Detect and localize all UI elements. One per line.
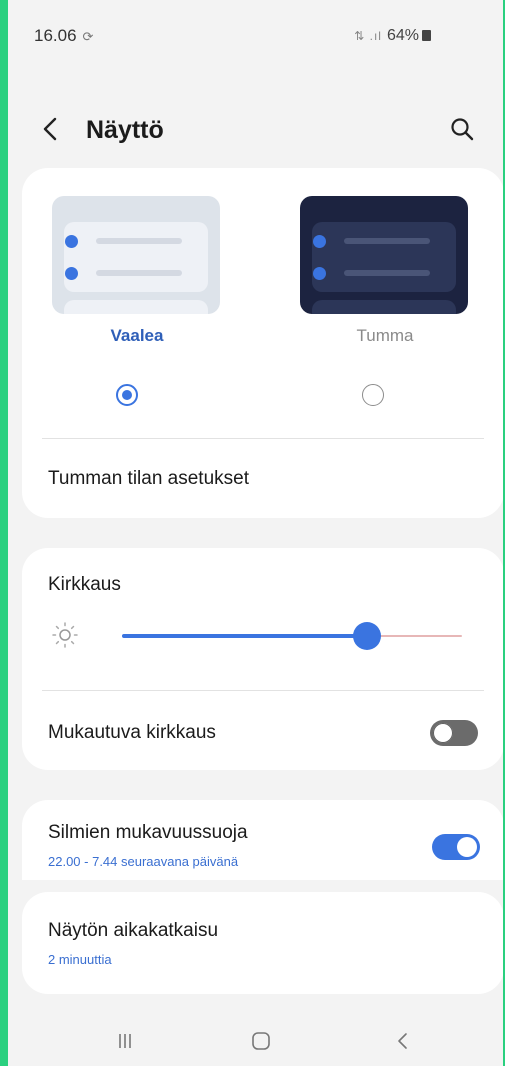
light-theme-radio[interactable] — [116, 384, 138, 406]
brightness-slider-fill[interactable] — [122, 634, 367, 638]
preview-bar — [96, 238, 182, 244]
light-theme-label: Vaalea — [110, 326, 164, 345]
adaptive-brightness-label[interactable]: Mukautuva kirkkaus — [48, 722, 216, 744]
preview-dot — [65, 235, 78, 248]
theme-card: Vaalea Tumma Tumman tilan asetukset — [22, 168, 503, 518]
eye-comfort-label: Silmien mukavuussuoja — [48, 822, 248, 843]
brightness-slider-track[interactable] — [378, 635, 462, 637]
recent-apps-icon[interactable] — [110, 1026, 140, 1056]
brightness-slider-thumb[interactable] — [352, 622, 381, 650]
preview-bar — [344, 270, 430, 276]
back-arrow-icon[interactable] — [36, 114, 66, 144]
preview-panel — [312, 300, 456, 314]
light-theme-preview[interactable] — [52, 196, 220, 314]
battery-icon — [422, 30, 431, 41]
status-time-text: 16.06 — [34, 26, 77, 45]
adaptive-brightness-toggle[interactable] — [430, 720, 478, 746]
page-header: Näyttö — [8, 100, 503, 160]
navigation-bar — [8, 1010, 503, 1066]
dark-theme-preview[interactable] — [300, 196, 468, 314]
status-bar: 16.06 ⟳ ⇅ .ıl 64% — [8, 0, 503, 70]
signal-icon: ⇅ .ıl — [354, 29, 382, 43]
screen-timeout-label: Näytön aikakatkaisu — [48, 920, 219, 941]
divider — [42, 438, 484, 439]
preview-panel — [64, 222, 208, 292]
back-nav-icon[interactable] — [388, 1026, 418, 1056]
preview-dot — [313, 235, 326, 248]
brightness-sun-icon — [52, 622, 78, 648]
preview-bar — [344, 238, 430, 244]
eye-comfort-card[interactable]: Silmien mukavuussuoja 22.00 - 7.44 seura… — [22, 800, 503, 880]
home-icon[interactable] — [246, 1026, 276, 1056]
theme-option-light[interactable]: Vaalea — [52, 196, 222, 406]
preview-panel — [312, 222, 456, 292]
preview-bar — [96, 270, 182, 276]
divider — [42, 690, 484, 691]
preview-panel — [64, 300, 208, 314]
preview-dot — [313, 267, 326, 280]
brightness-label: Kirkkaus — [48, 574, 121, 595]
status-indicators: ⇅ .ıl 64% — [354, 27, 431, 45]
screen-timeout-value: 2 minuuttia — [48, 952, 112, 967]
dark-theme-radio[interactable] — [362, 384, 384, 406]
brightness-card: Kirkkaus Mukautuva kirkkaus — [22, 548, 503, 770]
screen-timeout-card[interactable]: Näytön aikakatkaisu 2 minuuttia — [22, 892, 503, 994]
search-icon[interactable] — [447, 114, 477, 144]
settings-screen: 16.06 ⟳ ⇅ .ıl 64% Näyttö Vaalea Tumma Tu… — [8, 0, 503, 1066]
toggle-knob — [457, 837, 477, 857]
eye-comfort-schedule: 22.00 - 7.44 seuraavana päivänä — [48, 854, 239, 869]
toggle-knob — [433, 723, 453, 743]
eye-comfort-toggle[interactable] — [432, 834, 480, 860]
sync-icon: ⟳ — [82, 29, 94, 44]
battery-percent: 64% — [386, 27, 419, 44]
dark-mode-settings-item[interactable]: Tumman tilan asetukset — [48, 468, 249, 490]
page-title: Näyttö — [86, 116, 164, 144]
theme-option-dark[interactable]: Tumma — [300, 196, 470, 406]
status-time: 16.06 ⟳ — [34, 26, 93, 46]
dark-theme-label: Tumma — [356, 326, 414, 345]
preview-dot — [65, 267, 78, 280]
